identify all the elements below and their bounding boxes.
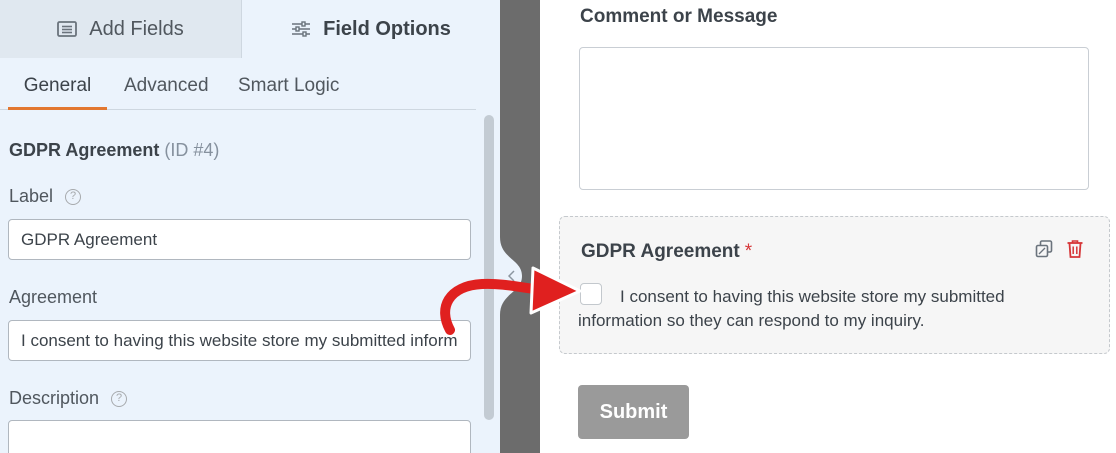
tab-field-options[interactable]: Field Options [242,0,500,58]
label-option-heading: Label ? [9,186,82,207]
description-option-text: Description [9,388,100,408]
panel-top-tabs: Add Fields Field Options [0,0,500,58]
submit-button[interactable]: Submit [578,385,689,439]
sliders-icon [291,21,311,37]
panel-scrollbar[interactable] [484,115,494,420]
label-option-text: Label [9,186,54,206]
subtab-advanced[interactable]: Advanced [124,58,209,110]
duplicate-icon[interactable] [1034,239,1054,259]
field-options-panel: Add Fields Field Options General Advance… [0,0,500,453]
agreement-input[interactable] [8,320,471,361]
comment-textarea[interactable] [579,47,1089,190]
label-input[interactable] [8,219,471,260]
comment-field-label: Comment or Message [580,6,778,27]
subtab-general[interactable]: General [8,58,107,110]
form-preview: Comment or Message GDPR Agreement * I con… [540,0,1116,453]
tab-field-options-label: Field Options [323,17,451,40]
gdpr-consent-text: I consent to having this website store m… [578,287,1005,330]
chevron-left-icon[interactable] [496,237,528,315]
field-heading-name: GDPR Agreement [9,140,160,160]
field-heading-id: (ID #4) [164,140,220,160]
help-circle-icon[interactable]: ? [65,188,82,205]
subtab-smart-logic[interactable]: Smart Logic [238,58,339,110]
agreement-option-heading: Agreement [9,287,98,307]
trash-icon[interactable] [1065,239,1085,259]
list-icon [57,21,78,37]
gdpr-field-label: GDPR Agreement * [581,241,752,263]
panel-divider [500,0,540,453]
description-input[interactable] [8,420,471,453]
description-option-heading: Description ? [9,388,128,409]
tab-add-fields-label: Add Fields [89,17,184,40]
option-sub-tabs: General Advanced Smart Logic [0,58,476,110]
required-marker: * [744,241,753,262]
gdpr-field-title: GDPR Agreement [581,241,740,262]
gdpr-field-card[interactable]: GDPR Agreement * I consent to having this… [559,216,1110,354]
field-heading: GDPR Agreement (ID #4) [9,140,219,161]
tab-add-fields[interactable]: Add Fields [0,0,242,58]
help-circle-icon[interactable]: ? [111,390,128,407]
